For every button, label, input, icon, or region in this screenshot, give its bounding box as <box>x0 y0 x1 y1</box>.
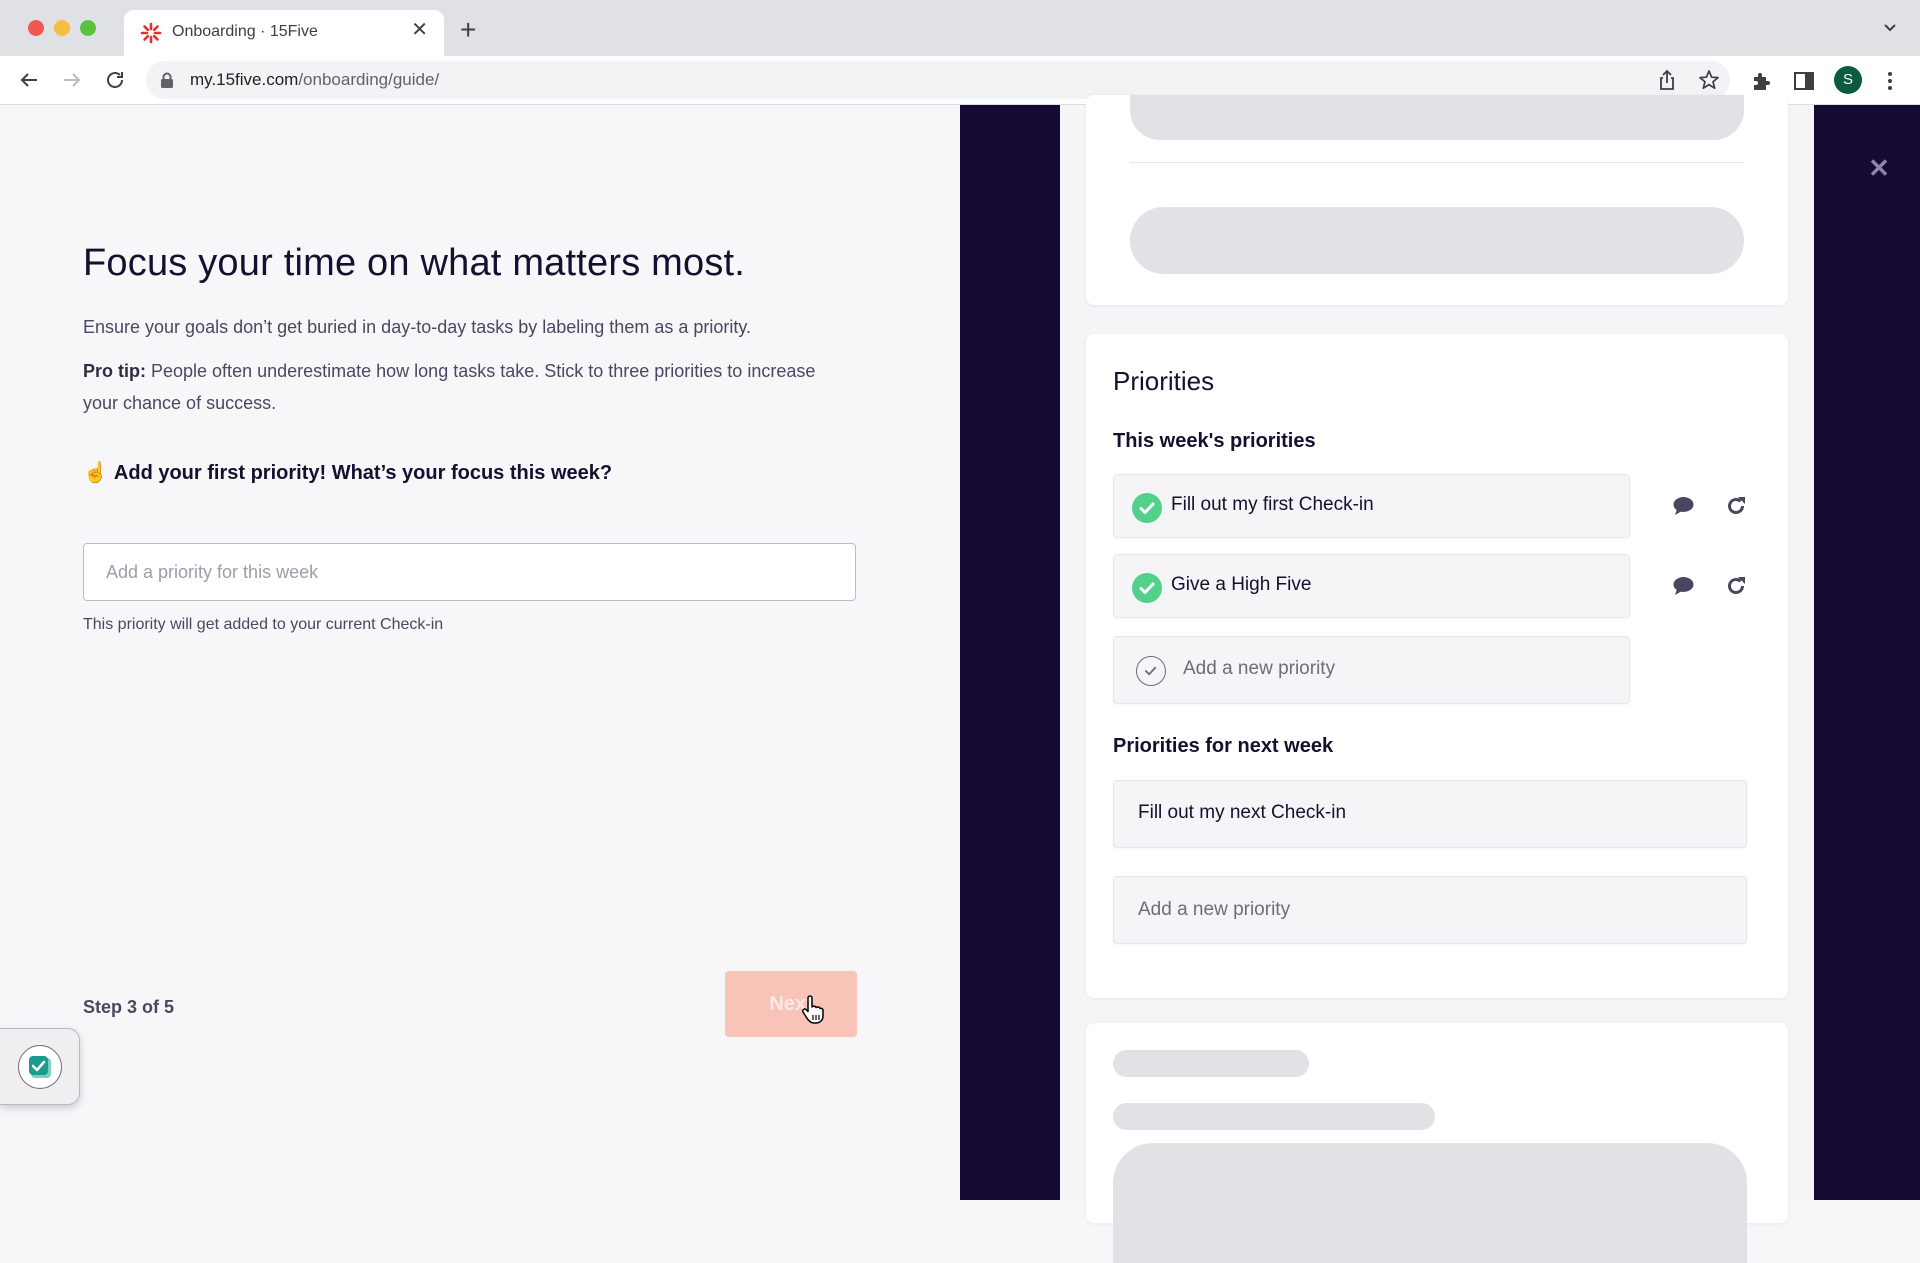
floating-checklist-widget[interactable] <box>0 1028 80 1105</box>
address-bar[interactable]: my.15five.com/onboarding/guide/ <box>146 61 1730 99</box>
browser-tab-strip: Onboarding · 15Five ✕ + <box>0 0 1920 56</box>
browser-tab-active[interactable]: Onboarding · 15Five ✕ <box>124 10 444 56</box>
checkin-preview-panel: Priorities This week's priorities Fill o… <box>960 95 1920 1263</box>
skeleton-block <box>1113 1143 1747 1263</box>
priority-row[interactable]: Fill out my first Check-in <box>1113 474 1630 538</box>
reload-icon[interactable] <box>103 68 127 92</box>
carry-over-refresh-icon[interactable] <box>1724 574 1748 598</box>
priority-row[interactable]: Give a High Five <box>1113 554 1630 618</box>
comment-icon[interactable] <box>1671 574 1695 598</box>
intro-text: Ensure your goals don’t get buried in da… <box>83 317 752 337</box>
side-panel-icon[interactable] <box>1792 69 1816 93</box>
divider <box>1130 162 1744 163</box>
page-title: Focus your time on what matters most. <box>83 242 746 284</box>
window-close-button[interactable] <box>28 20 44 36</box>
url-text: my.15five.com/onboarding/guide/ <box>190 70 439 90</box>
priority-text: Fill out my first Check-in <box>1171 494 1374 515</box>
tab-title: Onboarding · 15Five <box>172 23 318 40</box>
this-week-label: This week's priorities <box>1113 430 1316 452</box>
share-icon[interactable] <box>1656 69 1678 91</box>
forward-arrow-icon[interactable] <box>60 68 84 92</box>
back-arrow-icon[interactable] <box>17 68 41 92</box>
url-path: /onboarding/guide/ <box>298 70 440 89</box>
preview-card-loading <box>1086 1023 1788 1263</box>
priorities-title: Priorities <box>1113 366 1215 396</box>
next-button[interactable]: Next <box>725 971 857 1037</box>
check-circle-icon[interactable] <box>1132 573 1162 603</box>
new-tab-button[interactable]: + <box>460 16 476 44</box>
onboarding-guide-pane: Focus your time on what matters most. En… <box>0 105 960 1200</box>
pro-tip-body: People often underestimate how long task… <box>83 361 816 413</box>
priority-input[interactable] <box>83 543 856 601</box>
priority-text: Give a High Five <box>1171 574 1312 595</box>
bookmark-star-icon[interactable] <box>1698 69 1720 91</box>
check-circle-icon[interactable] <box>1132 493 1162 523</box>
add-priority-placeholder: Add a new priority <box>1138 899 1291 920</box>
priority-prompt-text: Add your first priority! What’s your foc… <box>113 462 613 484</box>
priority-helper-text: This priority will get added to your cur… <box>83 616 444 633</box>
add-priority-placeholder: Add a new priority <box>1183 658 1336 679</box>
step-indicator: Step 3 of 5 <box>83 997 175 1017</box>
carry-over-refresh-icon[interactable] <box>1724 494 1748 518</box>
priority-text: Fill out my next Check-in <box>1138 802 1347 823</box>
comment-icon[interactable] <box>1671 494 1695 518</box>
skeleton-block <box>1130 95 1744 140</box>
add-priority-next-week[interactable]: Add a new priority <box>1113 876 1747 944</box>
window-maximize-button[interactable] <box>80 20 96 36</box>
close-preview-icon[interactable]: ✕ <box>1866 155 1892 181</box>
priority-row[interactable]: Fill out my next Check-in <box>1113 780 1747 848</box>
url-host: my.15five.com <box>190 70 299 89</box>
check-circle-outline-icon <box>1136 656 1166 686</box>
checkbox-icon <box>29 1056 51 1078</box>
next-week-label: Priorities for next week <box>1113 735 1334 757</box>
pointing-finger-icon: ☝️ <box>83 462 108 484</box>
15five-logo-icon <box>140 22 162 44</box>
lock-icon <box>161 72 173 88</box>
pro-tip-text: Pro tip: People often underestimate how … <box>83 355 843 419</box>
preview-scroll-area[interactable]: Priorities This week's priorities Fill o… <box>1060 95 1814 1263</box>
skeleton-block <box>1130 207 1744 274</box>
widget-icon-circle <box>18 1045 62 1089</box>
window-minimize-button[interactable] <box>54 20 70 36</box>
skeleton-line <box>1113 1103 1435 1130</box>
preview-card-loading <box>1086 95 1788 305</box>
priority-prompt: ☝️ Add your first priority! What’s your f… <box>83 460 612 485</box>
pro-tip-label: Pro tip: <box>83 361 146 381</box>
chevron-down-icon[interactable] <box>1882 20 1898 36</box>
add-priority-this-week[interactable]: Add a new priority <box>1113 636 1630 704</box>
tab-close-icon[interactable]: ✕ <box>411 20 428 40</box>
more-menu-icon[interactable] <box>1878 69 1902 93</box>
hand-pointer-cursor-icon <box>802 995 824 1024</box>
profile-avatar[interactable]: S <box>1834 66 1862 94</box>
skeleton-line <box>1113 1050 1309 1077</box>
extensions-puzzle-icon[interactable] <box>1750 69 1774 93</box>
priorities-card: Priorities This week's priorities Fill o… <box>1086 334 1788 998</box>
